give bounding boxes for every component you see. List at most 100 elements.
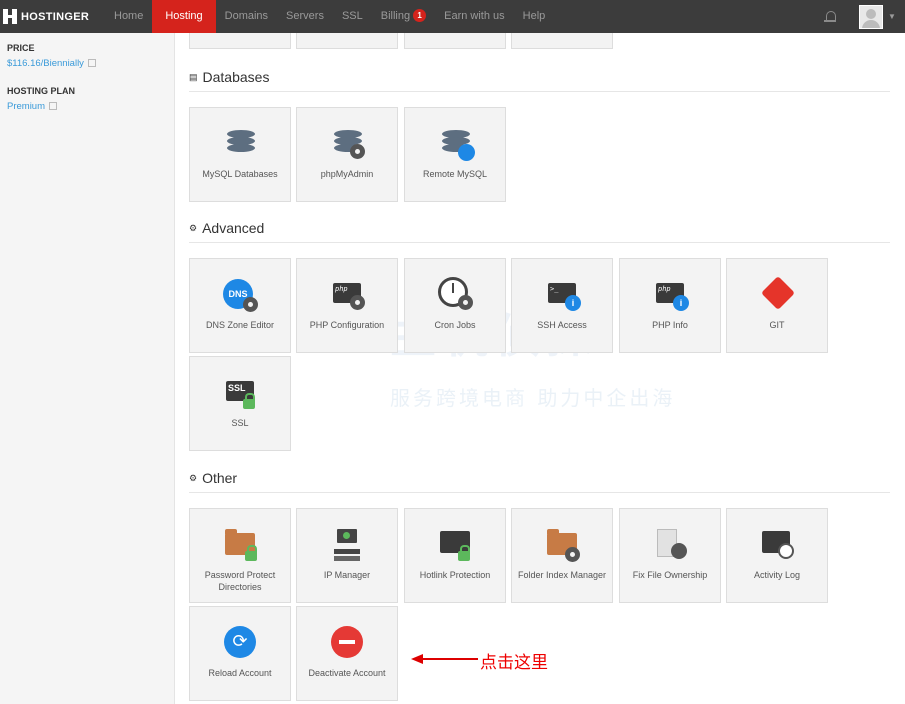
clock-gear-icon xyxy=(438,277,474,313)
tile-hotlink-protection[interactable]: Hotlink Protection xyxy=(404,508,506,603)
nav-home[interactable]: Home xyxy=(105,0,152,33)
price-link[interactable]: $116.16/Biennially xyxy=(7,58,84,69)
plan-label: HOSTING PLAN xyxy=(7,86,76,96)
php-info-icon: php i xyxy=(653,277,689,313)
brand-name: HOSTINGER xyxy=(21,10,90,23)
nav-billing-label: Billing xyxy=(380,10,411,22)
tile-ssh-access[interactable]: >_ i SSH Access xyxy=(511,258,613,353)
divider xyxy=(189,242,890,243)
bell-icon[interactable] xyxy=(824,11,838,24)
deactivate-icon xyxy=(330,625,366,661)
list-icon: ▤ xyxy=(189,71,198,82)
tile-label: Folder Index Manager xyxy=(517,570,607,580)
watermark-subtitle: 服务跨境电商 助力中企出海 xyxy=(390,386,676,410)
tile-ssl[interactable]: SSL SSL xyxy=(189,356,291,451)
tile-label: Remote MySQL xyxy=(422,169,488,179)
tile-label: phpMyAdmin xyxy=(320,169,374,179)
divider xyxy=(189,492,890,493)
tile-label: IP Manager xyxy=(323,570,371,580)
dns-globe-icon: DNS xyxy=(223,277,259,313)
tile-label: Cron Jobs xyxy=(434,320,476,330)
tile-label: Deactivate Account xyxy=(308,668,386,678)
section-title-other: ⚙ Other xyxy=(189,470,237,486)
tile-label: SSH Access xyxy=(537,320,587,330)
section-title-advanced: ⚙ Advanced xyxy=(189,220,264,236)
tile-php-info[interactable]: php i PHP Info xyxy=(619,258,721,353)
tile-label: DNS Zone Editor xyxy=(205,320,275,330)
main-nav: Home Hosting Domains Servers SSL Billing… xyxy=(105,0,554,33)
arrow-line xyxy=(420,658,478,660)
external-link-icon xyxy=(87,59,96,67)
hotlink-icon xyxy=(438,527,474,563)
avatar[interactable] xyxy=(859,5,883,29)
php-gear-icon: php xyxy=(330,277,366,313)
nav-billing[interactable]: Billing 1 xyxy=(372,0,435,33)
hostinger-logo-icon xyxy=(3,9,17,24)
tile-remote-mysql[interactable]: Remote MySQL xyxy=(404,107,506,202)
tile-label: Activity Log xyxy=(753,570,801,580)
tile-git[interactable]: GIT xyxy=(726,258,828,353)
reload-icon: ⟳ xyxy=(223,625,259,661)
nav-help[interactable]: Help xyxy=(514,0,555,33)
nav-hosting[interactable]: Hosting xyxy=(152,0,216,33)
settings-icon: ⚙ xyxy=(189,472,198,483)
nav-earn[interactable]: Earn with us xyxy=(435,0,514,33)
databases-title: Databases xyxy=(202,69,270,85)
tile-fix-file-ownership[interactable]: Fix File Ownership xyxy=(619,508,721,603)
tile-activity-log[interactable]: Activity Log xyxy=(726,508,828,603)
plan-value[interactable]: Premium xyxy=(7,101,58,112)
tile-phpmyadmin[interactable]: phpMyAdmin xyxy=(296,107,398,202)
terminal-icon: >_ i xyxy=(545,277,581,313)
nav-servers[interactable]: Servers xyxy=(277,0,333,33)
tile-ip-manager[interactable]: IP Manager xyxy=(296,508,398,603)
tile-label: MySQL Databases xyxy=(202,169,278,179)
price-label: PRICE xyxy=(7,43,35,53)
annotation-text: 点击这里 xyxy=(480,653,548,673)
tile-label: SSL xyxy=(231,418,249,428)
billing-badge: 1 xyxy=(413,9,427,22)
database-wifi-icon xyxy=(438,126,475,162)
nav-domains[interactable]: Domains xyxy=(216,0,277,33)
ip-manager-icon xyxy=(330,527,366,563)
ssl-lock-icon: SSL xyxy=(223,375,259,411)
tile-label: Reload Account xyxy=(208,668,272,678)
cut-off-tile[interactable] xyxy=(511,33,613,49)
file-user-icon xyxy=(653,527,689,563)
divider xyxy=(189,91,890,92)
database-icon xyxy=(223,126,259,162)
tile-php-configuration[interactable]: php PHP Configuration xyxy=(296,258,398,353)
tile-label: PHP Info xyxy=(652,320,688,330)
database-gear-icon xyxy=(330,126,366,162)
tile-label: Hotlink Protection xyxy=(419,570,491,580)
tile-folder-index-manager[interactable]: Folder Index Manager xyxy=(511,508,613,603)
plan-link[interactable]: Premium xyxy=(7,101,45,112)
external-link-icon xyxy=(49,102,58,110)
cut-off-tile[interactable] xyxy=(296,33,398,49)
hostinger-logo[interactable]: HOSTINGER xyxy=(0,0,105,33)
nav-ssl[interactable]: SSL xyxy=(333,0,372,33)
tile-label: Fix File Ownership xyxy=(632,570,708,580)
git-icon xyxy=(760,276,796,313)
sidebar: PRICE $116.16/Biennially HOSTING PLAN Pr… xyxy=(0,33,175,704)
advanced-title: Advanced xyxy=(202,220,265,236)
tile-reload-account[interactable]: ⟳ Reload Account xyxy=(189,606,291,701)
chevron-down-icon[interactable]: ▼ xyxy=(888,12,896,21)
price-value[interactable]: $116.16/Biennially xyxy=(7,58,96,69)
activity-log-icon xyxy=(760,527,796,563)
gears-icon: ⚙ xyxy=(189,222,198,233)
folder-lock-icon xyxy=(223,527,259,563)
tile-dns-zone-editor[interactable]: DNS DNS Zone Editor xyxy=(189,258,291,353)
cut-off-tile[interactable] xyxy=(404,33,506,49)
tile-password-protect-directories[interactable]: Password Protect Directories xyxy=(189,508,291,603)
cut-off-tile[interactable] xyxy=(189,33,291,49)
tile-cron-jobs[interactable]: Cron Jobs xyxy=(404,258,506,353)
tile-label: Password Protect Directories xyxy=(204,570,276,592)
section-title-databases: ▤ Databases xyxy=(189,69,269,85)
folder-gear-icon xyxy=(545,527,581,563)
tile-label: GIT xyxy=(769,320,785,330)
tile-mysql-databases[interactable]: MySQL Databases xyxy=(189,107,291,202)
tile-deactivate-account[interactable]: Deactivate Account xyxy=(296,606,398,701)
tile-label: PHP Configuration xyxy=(309,320,385,330)
other-title: Other xyxy=(202,470,238,486)
top-navbar: HOSTINGER Home Hosting Domains Servers S… xyxy=(0,0,905,33)
